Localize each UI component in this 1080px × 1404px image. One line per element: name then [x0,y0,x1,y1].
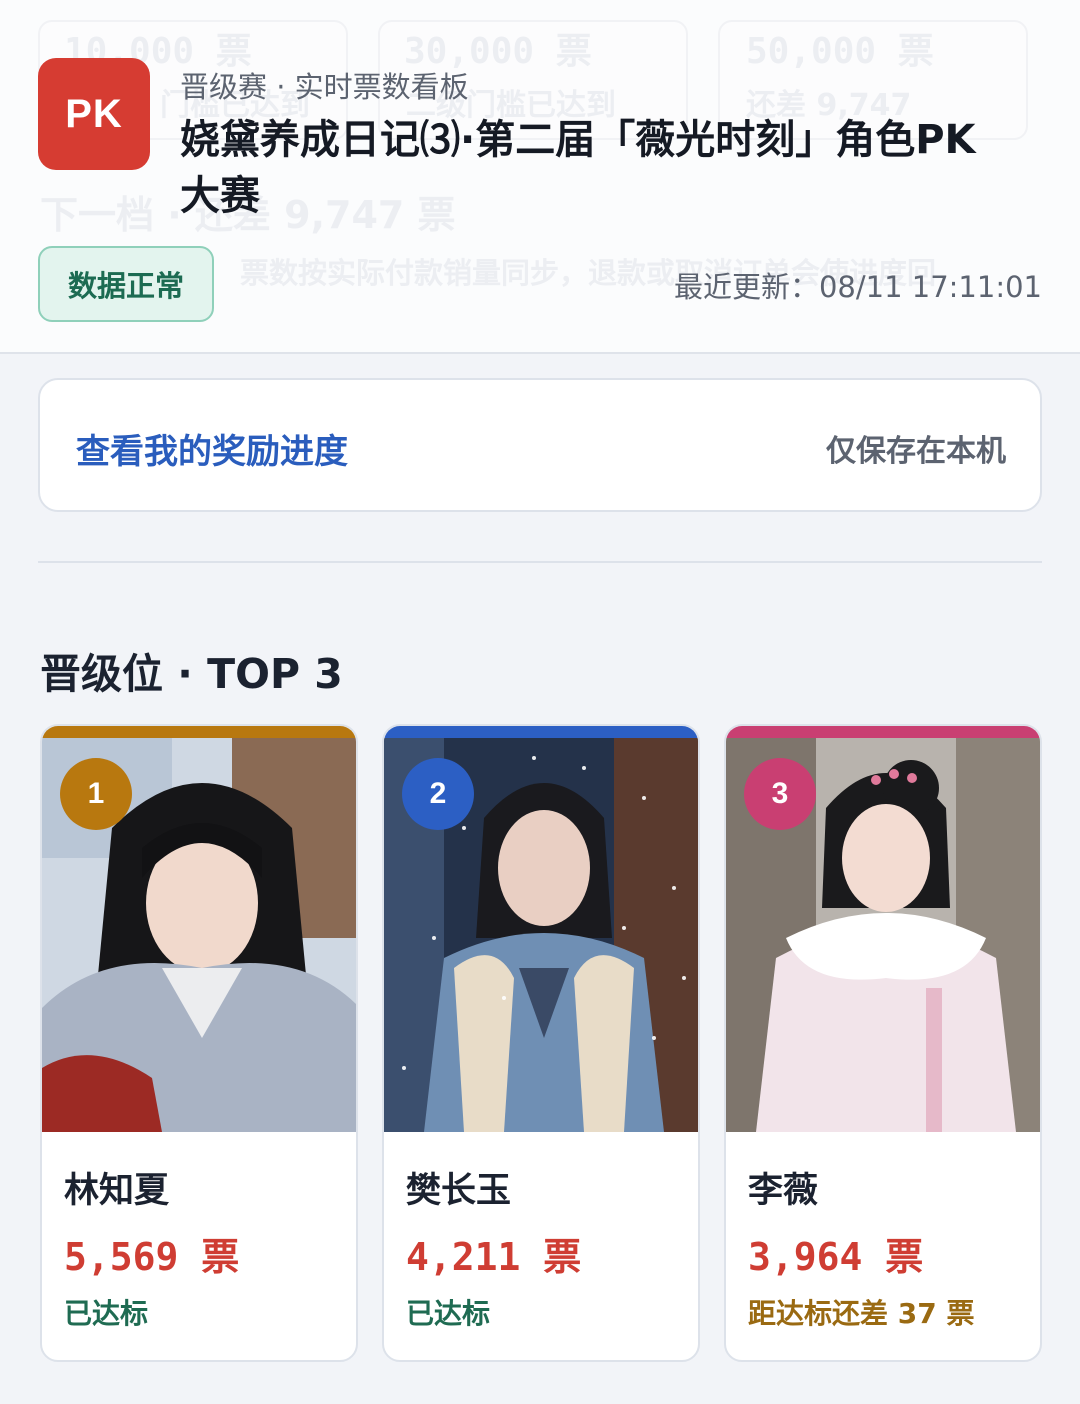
vote-count: 5,569 票 [64,1235,240,1279]
rank-badge: 2 [402,758,474,830]
vote-count: 3,964 票 [748,1235,924,1279]
target-status: 距达标还差 37 票 [748,1297,975,1330]
status-badge: 数据正常 [38,246,214,322]
reward-progress-card[interactable]: 查看我的奖励进度 仅保存在本机 [38,378,1042,512]
contestant-card-1[interactable]: 1 林知夏 5,569 票 已达标 [40,724,358,1362]
page-title: 娆黛养成日记⑶·第二届「薇光时刻」角色PK 大赛 [180,117,976,219]
contestant-card-2[interactable]: 2 樊长玉 4,211 票 已达标 [382,724,700,1362]
contestant-name: 林知夏 [64,1171,170,1211]
local-storage-note: 仅保存在本机 [826,434,1006,469]
target-status: 已达标 [406,1297,491,1330]
ghost-tier-3: 50,000 票 [746,31,934,72]
rank-color-bar [384,726,698,738]
reward-progress-link[interactable]: 查看我的奖励进度 [76,424,348,473]
contestant-name: 樊长玉 [406,1171,512,1211]
vote-count: 4,211 票 [406,1235,582,1279]
rank-badge: 1 [60,758,132,830]
rank-badge: 3 [744,758,816,830]
pk-logo: PK [38,58,150,170]
section-title: 晋级位 · TOP 3 [40,650,343,698]
last-updated-timestamp: 最近更新：08/11 17:11:01 [673,270,1042,304]
target-status: 已达标 [64,1297,149,1330]
contestant-name: 李薇 [748,1171,819,1211]
header: 10,000 票 30,000 票 50,000 票 门槛已达到 二级门槛已达到… [0,0,1080,354]
rank-color-bar [726,726,1040,738]
board-subtitle: 晋级赛 · 实时票数看板 [180,70,469,104]
contestant-card-3[interactable]: 3 李薇 3,964 票 距达标还差 37 票 [724,724,1042,1362]
rank-color-bar [42,726,356,738]
section-divider [38,561,1042,563]
